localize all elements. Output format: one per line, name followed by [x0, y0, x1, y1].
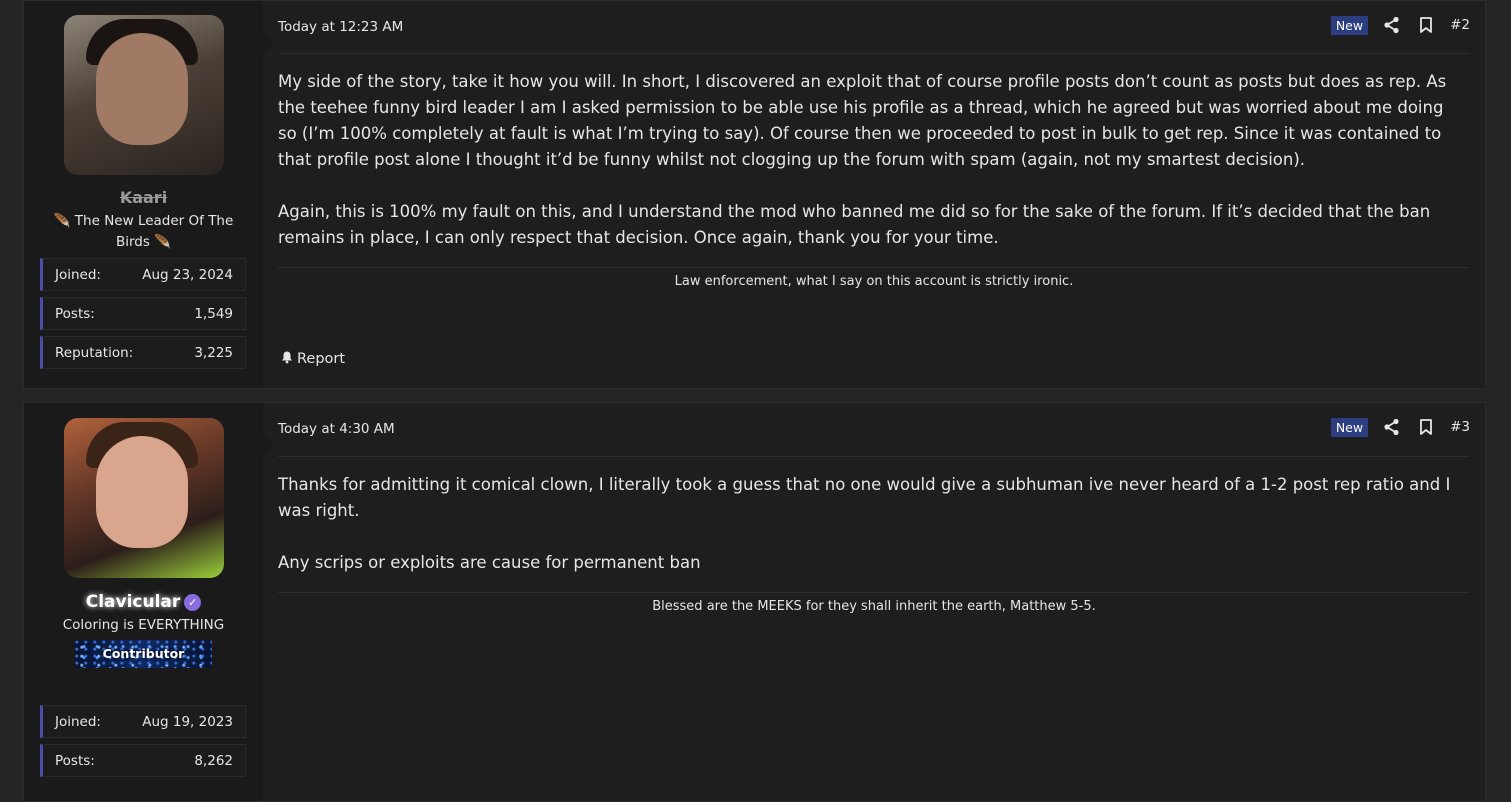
post-3: Clavicular ✓ Coloring is EVERYTHING Contr…: [23, 402, 1486, 802]
paragraph: Again, this is 100% my fault on this, an…: [278, 202, 1431, 247]
paragraph: My side of the story, take it how you wi…: [278, 72, 1447, 169]
stat-label: Joined:: [55, 714, 101, 730]
post-main: Today at 12:23 AM New #2 My side of the …: [263, 1, 1485, 388]
divider: [278, 456, 1470, 457]
report-button[interactable]: Report: [280, 350, 345, 368]
stat-label: Reputation:: [55, 345, 134, 361]
stat-posts: Posts: 8,262: [40, 744, 246, 777]
paragraph: Thanks for admitting it comical clown, I…: [278, 475, 1451, 520]
stat-label: Joined:: [55, 267, 101, 283]
divider: [278, 267, 1470, 268]
post-number[interactable]: #3: [1450, 419, 1470, 435]
divider: [278, 53, 1470, 54]
stat-label: Posts:: [55, 306, 95, 322]
user-info: Clavicular ✓ Coloring is EVERYTHING Contr…: [24, 403, 274, 801]
stat-joined: Joined: Aug 19, 2023: [40, 705, 246, 738]
username-text: Clavicular: [85, 592, 181, 612]
stat-value: 3,225: [194, 345, 233, 361]
stat-reputation: Reputation: 3,225: [40, 336, 246, 369]
post-body: Thanks for admitting it comical clown, I…: [278, 472, 1465, 602]
stat-posts: Posts: 1,549: [40, 297, 246, 330]
new-badge: New: [1330, 417, 1369, 437]
stat-label: Posts:: [55, 753, 95, 769]
username[interactable]: Clavicular ✓: [24, 592, 263, 612]
username[interactable]: Kaari: [24, 188, 263, 207]
stat-value: 1,549: [194, 306, 233, 322]
post-body: My side of the story, take it how you wi…: [278, 69, 1465, 277]
paragraph: Any scrips or exploits are cause for per…: [278, 553, 701, 572]
post-number[interactable]: #2: [1450, 17, 1470, 33]
signature: Law enforcement, what I say on this acco…: [674, 274, 1074, 289]
share-icon[interactable]: [1382, 15, 1402, 35]
bookmark-icon[interactable]: [1416, 15, 1436, 35]
post-date[interactable]: Today at 4:30 AM: [278, 421, 395, 437]
bell-icon: [280, 350, 294, 368]
stat-value: 8,262: [194, 753, 233, 769]
verified-icon: ✓: [184, 594, 202, 611]
stat-value: Aug 19, 2023: [142, 714, 233, 730]
stat-joined: Joined: Aug 23, 2024: [40, 258, 246, 291]
user-info: Kaari 🪶 The New Leader Of The Birds 🪶 Jo…: [24, 1, 274, 388]
post-main: Today at 4:30 AM New #3 Thanks for admit…: [263, 403, 1485, 801]
new-badge: New: [1330, 15, 1369, 35]
post-2: Kaari 🪶 The New Leader Of The Birds 🪶 Jo…: [23, 0, 1486, 389]
avatar[interactable]: [64, 15, 224, 175]
post-actions: New #2: [1330, 15, 1470, 35]
user-banner: Contributor: [75, 640, 212, 668]
share-icon[interactable]: [1382, 417, 1402, 437]
post-date[interactable]: Today at 12:23 AM: [278, 19, 403, 35]
divider: [278, 592, 1470, 593]
stat-value: Aug 23, 2024: [142, 267, 233, 283]
avatar[interactable]: [64, 418, 224, 578]
bookmark-icon[interactable]: [1416, 417, 1436, 437]
report-label: Report: [297, 351, 346, 367]
post-actions: New #3: [1330, 417, 1470, 437]
signature: Blessed are the MEEKS for they shall inh…: [652, 599, 1096, 614]
user-title: 🪶 The New Leader Of The Birds 🪶: [53, 213, 234, 250]
user-title: Coloring is EVERYTHING: [62, 617, 225, 633]
